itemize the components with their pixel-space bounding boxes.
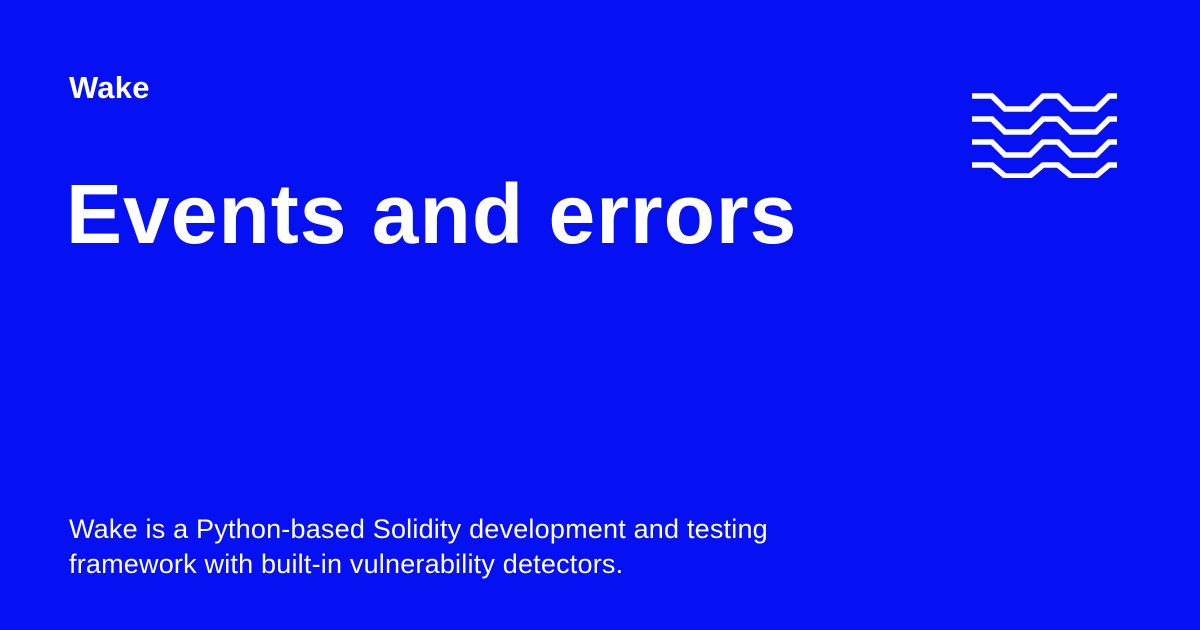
social-card: Wake Events and errors Wake is a Python-… (0, 0, 1200, 630)
page-description: Wake is a Python-based Solidity developm… (69, 514, 768, 579)
logo-wave-line (972, 139, 1117, 158)
logo-wave-line (972, 93, 1117, 112)
logo-wave-line (972, 162, 1117, 178)
wake-logo-icon (972, 93, 1117, 178)
site-name: Wake (69, 70, 150, 105)
logo-wave-line (972, 116, 1117, 135)
page-title: Events and errors (66, 167, 798, 261)
